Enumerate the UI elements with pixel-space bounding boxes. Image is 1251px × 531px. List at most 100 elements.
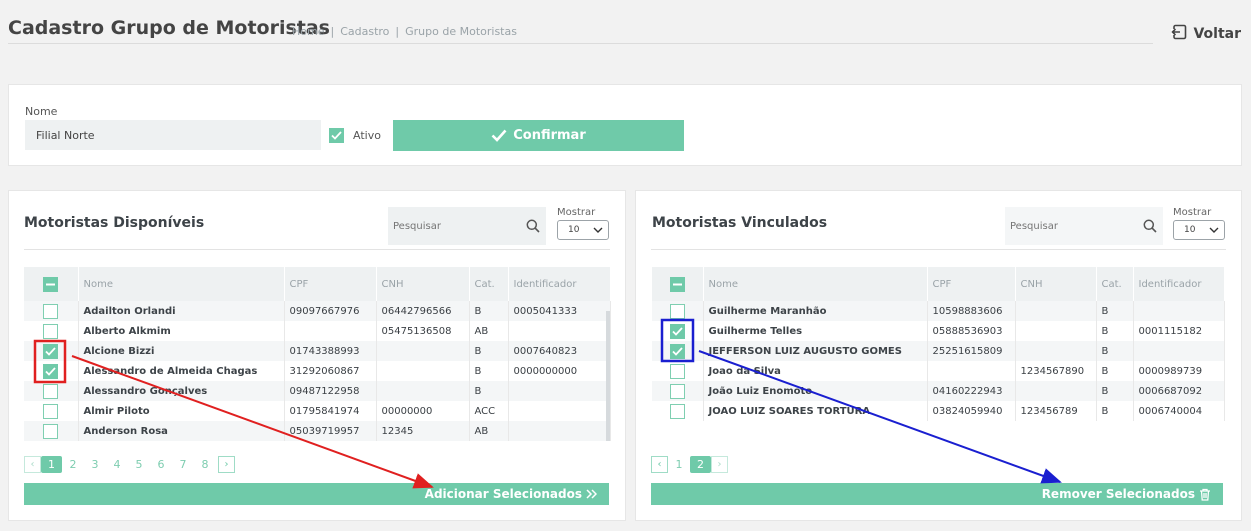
row-checkbox[interactable] bbox=[669, 323, 685, 339]
cell-identificador bbox=[1133, 301, 1225, 321]
exit-icon bbox=[1171, 24, 1187, 44]
cell-cpf: 05888536903 bbox=[927, 321, 1016, 341]
table-row[interactable]: JEFFERSON LUIZ AUGUSTO GOMES 25251615809 B bbox=[652, 341, 1225, 361]
name-input[interactable] bbox=[25, 120, 321, 150]
row-checkbox[interactable] bbox=[669, 303, 685, 319]
table-row[interactable]: JOAO LUIZ SOARES TORTURA 03824059940 12345… bbox=[652, 401, 1225, 421]
table-scrollbar[interactable] bbox=[606, 311, 610, 441]
page-link[interactable]: 4 bbox=[106, 458, 128, 471]
cell-identificador: 0007640823 bbox=[508, 341, 611, 361]
available-search-input[interactable] bbox=[388, 220, 526, 232]
row-checkbox[interactable] bbox=[43, 303, 59, 319]
add-selected-label: Adicionar Selecionados bbox=[424, 487, 582, 501]
row-checkbox[interactable] bbox=[43, 403, 59, 419]
page-size-select[interactable]: 10 bbox=[1173, 220, 1225, 240]
prev-page-button[interactable]: ‹ bbox=[651, 456, 668, 473]
page-link[interactable]: 2 bbox=[62, 458, 84, 471]
table-row[interactable]: Guilherme Telles 05888536903 B 0001115182 bbox=[652, 321, 1225, 341]
cell-cnh bbox=[1015, 381, 1097, 401]
table-row[interactable]: Anderson Rosa 05039719957 12345 AB bbox=[24, 421, 611, 441]
minus-icon bbox=[672, 283, 682, 285]
confirm-label: Confirmar bbox=[513, 128, 586, 143]
page-link[interactable]: 6 bbox=[150, 458, 172, 471]
table-row[interactable]: Alessandro Gonçalves 09487122958 B bbox=[24, 381, 611, 401]
table-row[interactable]: Alberto Alkmim 05475136508 AB bbox=[24, 321, 611, 341]
breadcrumb-home[interactable]: Home bbox=[292, 25, 324, 38]
active-label: Ativo bbox=[353, 129, 381, 142]
page-link[interactable]: 3 bbox=[84, 458, 106, 471]
table-row[interactable]: João Luiz Enomoto 04160222943 B 0006687092 bbox=[652, 381, 1225, 401]
cell-cat: B bbox=[1096, 381, 1134, 401]
page-link[interactable]: 5 bbox=[128, 458, 150, 471]
cell-cpf: 25251615809 bbox=[927, 341, 1016, 361]
page-link[interactable]: 2 bbox=[690, 456, 711, 473]
row-checkbox[interactable] bbox=[669, 383, 685, 399]
col-cnh[interactable]: CNH bbox=[1015, 267, 1097, 301]
breadcrumb-cadastro[interactable]: Cadastro bbox=[340, 25, 389, 38]
cell-cpf bbox=[927, 361, 1016, 381]
page-size-select[interactable]: 10 bbox=[557, 220, 609, 240]
col-cnh[interactable]: CNH bbox=[376, 267, 470, 301]
row-checkbox[interactable] bbox=[43, 383, 59, 399]
table-row[interactable]: Adailton Orlandi 09097667976 06442796566 B 0… bbox=[24, 301, 611, 321]
linked-pagination: ‹ 12 › bbox=[651, 456, 728, 473]
page-link[interactable]: 1 bbox=[668, 458, 690, 471]
row-checkbox[interactable] bbox=[43, 363, 59, 379]
active-toggle[interactable]: Ativo bbox=[329, 128, 381, 143]
col-cpf[interactable]: CPF bbox=[927, 267, 1016, 301]
search-icon[interactable] bbox=[1143, 219, 1157, 233]
cell-identificador: 0005041333 bbox=[508, 301, 611, 321]
table-row[interactable]: Joao da Silva 1234567890 B 0000989739 bbox=[652, 361, 1225, 381]
table-row[interactable]: Alessandro de Almeida Chagas 31292060867 B… bbox=[24, 361, 611, 381]
prev-page-button[interactable]: ‹ bbox=[24, 456, 41, 473]
row-select-cell bbox=[652, 401, 704, 421]
select-all-checkbox[interactable] bbox=[43, 276, 59, 292]
table-row[interactable]: Guilherme Maranhão 10598883606 B bbox=[652, 301, 1225, 321]
table-row[interactable]: Almir Piloto 01795841974 00000000 ACC bbox=[24, 401, 611, 421]
page-size-value: 10 bbox=[1184, 225, 1196, 235]
cell-identificador: 0001115182 bbox=[1133, 321, 1225, 341]
cell-cnh: 1234567890 bbox=[1015, 361, 1097, 381]
divider bbox=[24, 249, 610, 250]
back-button[interactable]: Voltar bbox=[1171, 24, 1241, 44]
col-identificador[interactable]: Identificador bbox=[508, 267, 611, 301]
page-link[interactable]: 1 bbox=[41, 456, 62, 473]
row-checkbox[interactable] bbox=[669, 403, 685, 419]
search-icon[interactable] bbox=[526, 219, 540, 233]
check-icon bbox=[331, 131, 342, 140]
col-cat[interactable]: Cat. bbox=[469, 267, 509, 301]
cell-nome: Alessandro Gonçalves bbox=[78, 381, 285, 401]
cell-cnh: 123456789 bbox=[1015, 401, 1097, 421]
show-label: Mostrar bbox=[557, 207, 596, 218]
page-link[interactable]: 7 bbox=[172, 458, 194, 471]
row-select-cell bbox=[24, 361, 79, 381]
active-checkbox[interactable] bbox=[329, 128, 344, 143]
row-checkbox[interactable] bbox=[669, 363, 685, 379]
row-checkbox[interactable] bbox=[43, 423, 59, 439]
select-all-checkbox[interactable] bbox=[669, 276, 685, 292]
linked-search-input[interactable] bbox=[1005, 220, 1143, 232]
col-nome[interactable]: Nome bbox=[703, 267, 928, 301]
breadcrumb: Home | Cadastro | Grupo de Motoristas bbox=[292, 25, 517, 38]
page-link[interactable]: 8 bbox=[194, 458, 216, 471]
next-page-button[interactable]: › bbox=[711, 456, 728, 473]
col-identificador[interactable]: Identificador bbox=[1133, 267, 1225, 301]
row-checkbox[interactable] bbox=[43, 343, 59, 359]
col-cat[interactable]: Cat. bbox=[1096, 267, 1134, 301]
table-row[interactable]: Alcione Bizzi 01743388993 B 0007640823 bbox=[24, 341, 611, 361]
next-page-button[interactable]: › bbox=[218, 456, 235, 473]
row-checkbox[interactable] bbox=[43, 323, 59, 339]
divider bbox=[651, 249, 1226, 250]
available-pagination: ‹ 12345678 › bbox=[24, 456, 235, 473]
confirm-button[interactable]: Confirmar bbox=[393, 120, 684, 151]
cell-nome: Joao da Silva bbox=[703, 361, 928, 381]
row-checkbox[interactable] bbox=[669, 343, 685, 359]
col-nome[interactable]: Nome bbox=[78, 267, 285, 301]
add-selected-button[interactable]: Adicionar Selecionados bbox=[24, 483, 609, 505]
col-cpf[interactable]: CPF bbox=[284, 267, 377, 301]
row-select-cell bbox=[24, 321, 79, 341]
remove-selected-button[interactable]: Remover Selecionados bbox=[651, 483, 1223, 505]
cell-cnh: 06442796566 bbox=[376, 301, 470, 321]
cell-nome: Alcione Bizzi bbox=[78, 341, 285, 361]
row-select-cell bbox=[652, 341, 704, 361]
